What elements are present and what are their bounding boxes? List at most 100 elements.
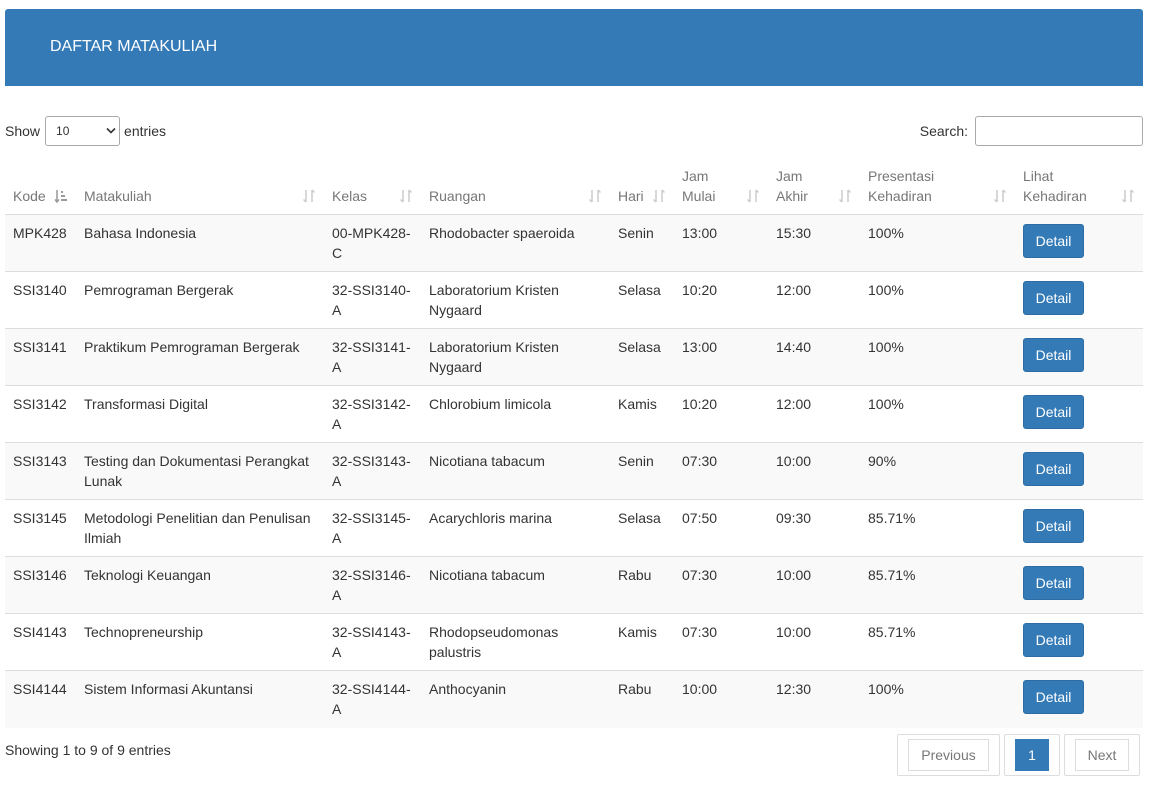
cell-ruangan: Laboratorium Kristen Nygaard bbox=[421, 328, 610, 386]
column-header-ruangan[interactable]: Ruangan bbox=[421, 158, 610, 215]
kelas-line: A bbox=[332, 587, 342, 603]
cell-ruangan: Rhodopseudomonas palustris bbox=[421, 613, 610, 671]
cell-presentasi: 100% bbox=[860, 385, 1015, 443]
kelas-line: A bbox=[332, 473, 342, 489]
cell-action: Detail bbox=[1015, 499, 1143, 557]
cell-ruangan: Laboratorium Kristen Nygaard bbox=[421, 271, 610, 329]
cell-jam-akhir: 10:00 bbox=[768, 556, 860, 614]
cell-hari: Selasa bbox=[610, 499, 674, 557]
column-header-label: Jam bbox=[776, 168, 803, 184]
cell-jam-mulai: 07:30 bbox=[674, 556, 768, 614]
kelas-line: 32-SSI3141- bbox=[332, 339, 411, 355]
cell-jam-mulai: 10:00 bbox=[674, 670, 768, 728]
column-header-presentasi-kehadiran[interactable]: Presentasi Kehadiran bbox=[860, 158, 1015, 215]
cell-action: Detail bbox=[1015, 385, 1143, 443]
entries-select[interactable]: 10 bbox=[45, 116, 121, 146]
cell-kode: SSI3143 bbox=[5, 442, 76, 500]
kelas-line: 32-SSI3142- bbox=[332, 396, 411, 412]
detail-button[interactable]: Detail bbox=[1023, 509, 1084, 543]
cell-presentasi: 100% bbox=[860, 271, 1015, 329]
column-header-kelas[interactable]: Kelas bbox=[324, 158, 421, 215]
table-row: SSI3142 Transformasi Digital 32-SSI3142- A C… bbox=[5, 385, 1143, 443]
cell-presentasi: 100% bbox=[860, 670, 1015, 728]
table-row: SSI4144 Sistem Informasi Akuntansi 32-SSI4… bbox=[5, 670, 1143, 728]
table-row: SSI3140 Pemrograman Bergerak 32-SSI3140- A L… bbox=[5, 271, 1143, 329]
kelas-line: 00-MPK428- bbox=[332, 225, 411, 241]
column-header-kode[interactable]: Kode bbox=[5, 158, 76, 215]
cell-kode: MPK428 bbox=[13, 225, 67, 241]
detail-button[interactable]: Detail bbox=[1023, 281, 1084, 315]
cell-action: Detail bbox=[1015, 215, 1143, 272]
detail-button[interactable]: Detail bbox=[1023, 452, 1084, 486]
cell-jam-mulai: 10:20 bbox=[674, 385, 768, 443]
kelas-line: A bbox=[332, 701, 342, 717]
cell-hari: Selasa bbox=[610, 328, 674, 386]
column-header-matakuliah[interactable]: Matakuliah bbox=[76, 158, 324, 215]
column-header-label: Presentasi bbox=[868, 168, 935, 184]
cell-hari: Rabu bbox=[610, 670, 674, 728]
page-1-button[interactable]: 1 bbox=[1004, 734, 1060, 776]
column-header-label: Akhir bbox=[776, 188, 808, 204]
cell-jam-akhir: 10:00 bbox=[768, 442, 860, 500]
cell-kode: SSI3141 bbox=[5, 328, 76, 386]
cell-jam-akhir: 12:30 bbox=[768, 670, 860, 728]
column-header-hari[interactable]: Hari bbox=[610, 158, 674, 215]
cell-matakuliah: Bahasa Indonesia bbox=[84, 225, 197, 241]
detail-button[interactable]: Detail bbox=[1023, 338, 1084, 372]
cell-action: Detail bbox=[1015, 613, 1143, 671]
show-label: Show bbox=[5, 123, 41, 139]
kelas-line: C bbox=[332, 245, 343, 261]
cell-hari: Selasa bbox=[610, 271, 674, 329]
cell-presentasi: 90% bbox=[860, 442, 1015, 500]
sort-icon bbox=[302, 189, 316, 203]
cell-ruangan: Acarychloris marina bbox=[421, 499, 610, 557]
table-row: SSI3146 Teknologi Keuangan 32-SSI3146- A Nic… bbox=[5, 556, 1143, 614]
detail-button[interactable]: Detail bbox=[1023, 680, 1084, 714]
kelas-line: 32-SSI3145- bbox=[332, 510, 411, 526]
cell-matakuliah: Pemrograman Bergerak bbox=[76, 271, 324, 329]
sort-icon bbox=[993, 189, 1007, 203]
sort-icon bbox=[746, 189, 760, 203]
cell-kelas: 32-SSI3142- A bbox=[324, 385, 421, 443]
cell-jam-akhir: 10:00 bbox=[768, 613, 860, 671]
cell-matakuliah: Metodologi Penelitian dan Penulisan Ilmi… bbox=[76, 499, 324, 557]
kelas-line: 32-SSI4144- bbox=[332, 681, 411, 697]
cell-matakuliah: Transformasi Digital bbox=[76, 385, 324, 443]
next-page-button[interactable]: Next bbox=[1064, 734, 1140, 776]
cell-hari: Senin bbox=[618, 225, 654, 241]
kelas-line: A bbox=[332, 359, 342, 375]
kelas-line: A bbox=[332, 530, 342, 546]
cell-kelas: 32-SSI3143- A bbox=[324, 442, 421, 500]
detail-button[interactable]: Detail bbox=[1023, 566, 1084, 600]
detail-button[interactable]: Detail bbox=[1023, 623, 1084, 657]
cell-action: Detail bbox=[1015, 328, 1143, 386]
search-input[interactable] bbox=[975, 116, 1143, 146]
cell-jam-akhir: 12:00 bbox=[768, 271, 860, 329]
kelas-line: 32-SSI4143- bbox=[332, 624, 411, 640]
cell-hari: Kamis bbox=[610, 385, 674, 443]
cell-kode: SSI3145 bbox=[5, 499, 76, 557]
column-header-label: Kehadiran bbox=[1023, 188, 1087, 204]
cell-jam-mulai: 07:30 bbox=[674, 442, 768, 500]
detail-button[interactable]: Detail bbox=[1023, 395, 1084, 429]
cell-kelas: 32-SSI3140- A bbox=[324, 271, 421, 329]
column-header-jam-mulai[interactable]: Jam Mulai bbox=[674, 158, 768, 215]
column-header-jam-akhir[interactable]: Jam Akhir bbox=[768, 158, 860, 215]
cell-kelas: 32-SSI3146- A bbox=[324, 556, 421, 614]
column-header-lihat-kehadiran[interactable]: Lihat Kehadiran bbox=[1015, 158, 1143, 215]
search-control: Search: bbox=[920, 116, 1143, 146]
cell-presentasi: 100% bbox=[868, 225, 904, 241]
previous-page-button[interactable]: Previous bbox=[897, 734, 1000, 776]
cell-ruangan: Rhodobacter spaeroida bbox=[429, 225, 575, 241]
next-label: Next bbox=[1075, 739, 1129, 771]
cell-matakuliah: Sistem Informasi Akuntansi bbox=[76, 670, 324, 728]
detail-button[interactable]: Detail bbox=[1023, 224, 1084, 258]
column-header-label: Matakuliah bbox=[84, 188, 152, 204]
cell-jam-mulai: 13:00 bbox=[682, 225, 718, 241]
cell-action: Detail bbox=[1015, 442, 1143, 500]
sort-icon bbox=[1121, 189, 1135, 203]
cell-jam-akhir: 15:30 bbox=[776, 225, 812, 241]
sort-icon bbox=[588, 189, 602, 203]
entries-label: entries bbox=[124, 123, 167, 139]
kelas-line: 32-SSI3143- bbox=[332, 453, 411, 469]
